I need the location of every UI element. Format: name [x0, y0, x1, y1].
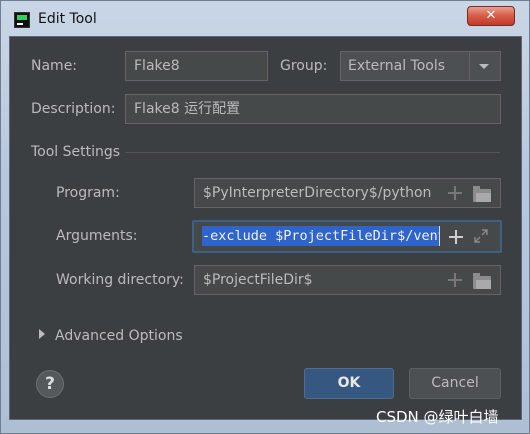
folder-browse-icon[interactable] [473, 273, 491, 289]
group-label: Group: [280, 58, 328, 74]
expand-icon[interactable] [474, 229, 488, 243]
tool-settings-heading: Tool Settings [31, 144, 121, 160]
insert-macro-icon[interactable] [448, 186, 462, 200]
name-input[interactable]: Flake8 [125, 51, 268, 81]
arguments-label: Arguments: [56, 228, 138, 244]
section-divider [125, 152, 500, 153]
cancel-button[interactable]: Cancel [409, 368, 501, 399]
description-label: Description: [31, 101, 116, 117]
dialog-content: Name: Flake8 Group: External Tools Descr… [9, 36, 522, 420]
group-dropdown-value: External Tools [348, 58, 446, 74]
folder-browse-icon[interactable] [473, 186, 491, 202]
chevron-down-icon[interactable] [469, 52, 500, 80]
ok-button[interactable]: OK [304, 368, 394, 399]
dialog-window: Edit Tool ✕ Name: Flake8 Group: External… [0, 0, 530, 434]
working-directory-label: Working directory: [56, 272, 184, 288]
insert-macro-icon[interactable] [449, 230, 463, 244]
pycharm-app-icon [14, 12, 30, 28]
help-button[interactable]: ? [36, 370, 64, 398]
description-input[interactable]: Flake8 运行配置 [125, 94, 501, 124]
group-dropdown[interactable]: External Tools [340, 51, 501, 81]
insert-macro-icon[interactable] [448, 273, 462, 287]
watermark: CSDN @绿叶白墙 [376, 408, 499, 426]
close-button[interactable]: ✕ [467, 6, 515, 26]
title-bar[interactable]: Edit Tool ✕ [1, 1, 529, 37]
expand-triangle-icon[interactable] [39, 329, 45, 339]
advanced-options-toggle[interactable]: Advanced Options [55, 327, 183, 345]
program-label: Program: [56, 185, 120, 201]
window-title: Edit Tool [38, 11, 97, 27]
name-label: Name: [31, 58, 78, 74]
